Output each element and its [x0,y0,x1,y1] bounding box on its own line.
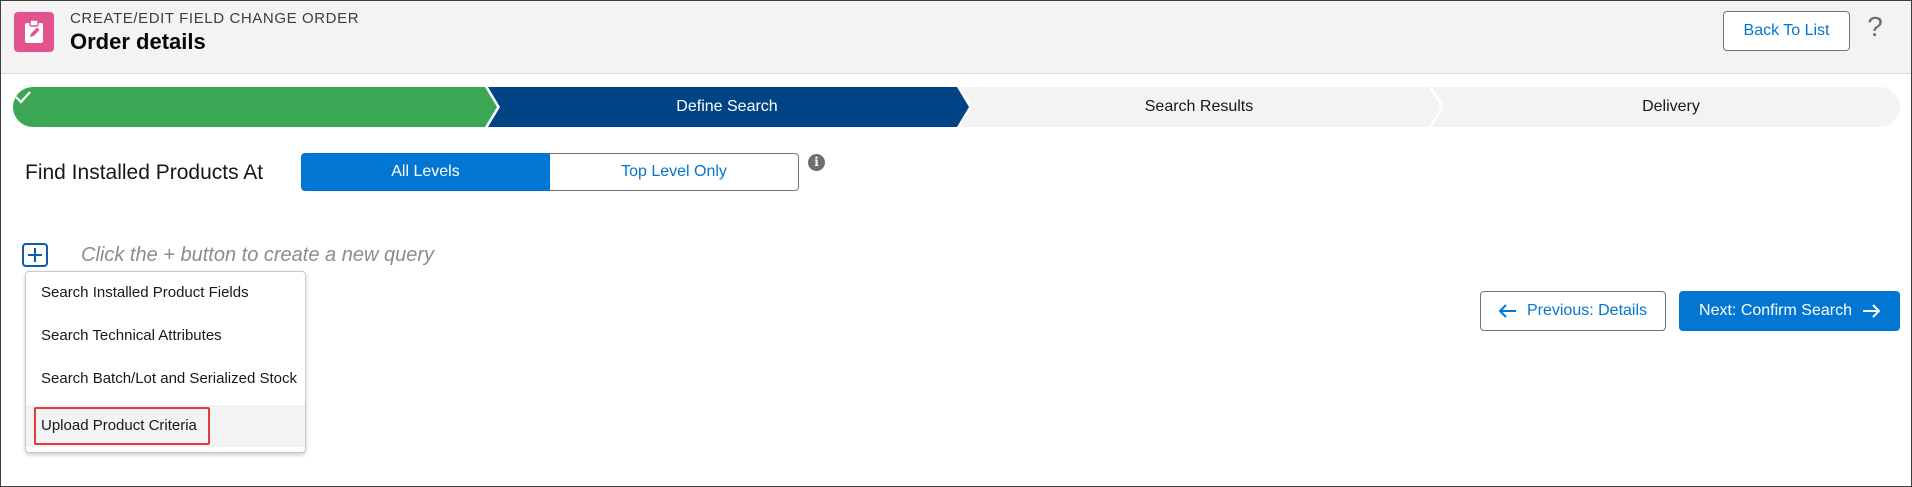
highlight-box [34,407,210,445]
query-type-menu: Search Installed Product Fields Search T… [25,271,306,453]
top-level-only-toggle[interactable]: Top Level Only [550,153,799,191]
query-hint: Click the + button to create a new query [81,244,434,266]
next-confirm-search-button[interactable]: Next: Confirm Search [1679,291,1900,331]
plus-icon [28,248,42,262]
all-levels-toggle[interactable]: All Levels [301,153,550,191]
tab-delivery[interactable]: Delivery [1441,87,1901,127]
previous-button-label: Previous: Details [1526,302,1648,319]
path-step-complete [13,87,497,127]
check-icon [15,91,31,104]
tab-search-results[interactable]: Search Results [969,87,1429,127]
arrow-left-icon [1498,304,1516,318]
menu-item-search-batch-lot-serialized-stock[interactable]: Search Batch/Lot and Serialized Stock [26,358,305,400]
clipboard-edit-icon [14,12,54,52]
app-frame: CREATE/EDIT FIELD CHANGE ORDER Order det… [0,0,1912,487]
find-installed-products-label: Find Installed Products At [25,161,264,184]
previous-details-button[interactable]: Previous: Details [1480,291,1666,331]
arrow-right-icon [1862,304,1880,318]
menu-item-upload-product-criteria[interactable]: Upload Product Criteria [26,405,305,447]
page-title: Order details [70,29,206,54]
menu-item-search-technical-attributes[interactable]: Search Technical Attributes [26,315,305,357]
menu-item-search-installed-product-fields[interactable]: Search Installed Product Fields [26,272,305,314]
help-icon[interactable]: ? [1863,9,1887,45]
info-icon[interactable]: i [808,154,825,171]
page-eyebrow: CREATE/EDIT FIELD CHANGE ORDER [70,10,360,27]
next-button-label: Next: Confirm Search [1699,302,1852,319]
page-header: CREATE/EDIT FIELD CHANGE ORDER Order det… [1,1,1911,74]
tab-define-search[interactable]: Define Search [497,87,957,127]
add-query-button[interactable] [22,243,48,267]
back-to-list-button[interactable]: Back To List [1723,11,1850,51]
progress-path: Define Search Search Results Delivery [13,87,1900,127]
